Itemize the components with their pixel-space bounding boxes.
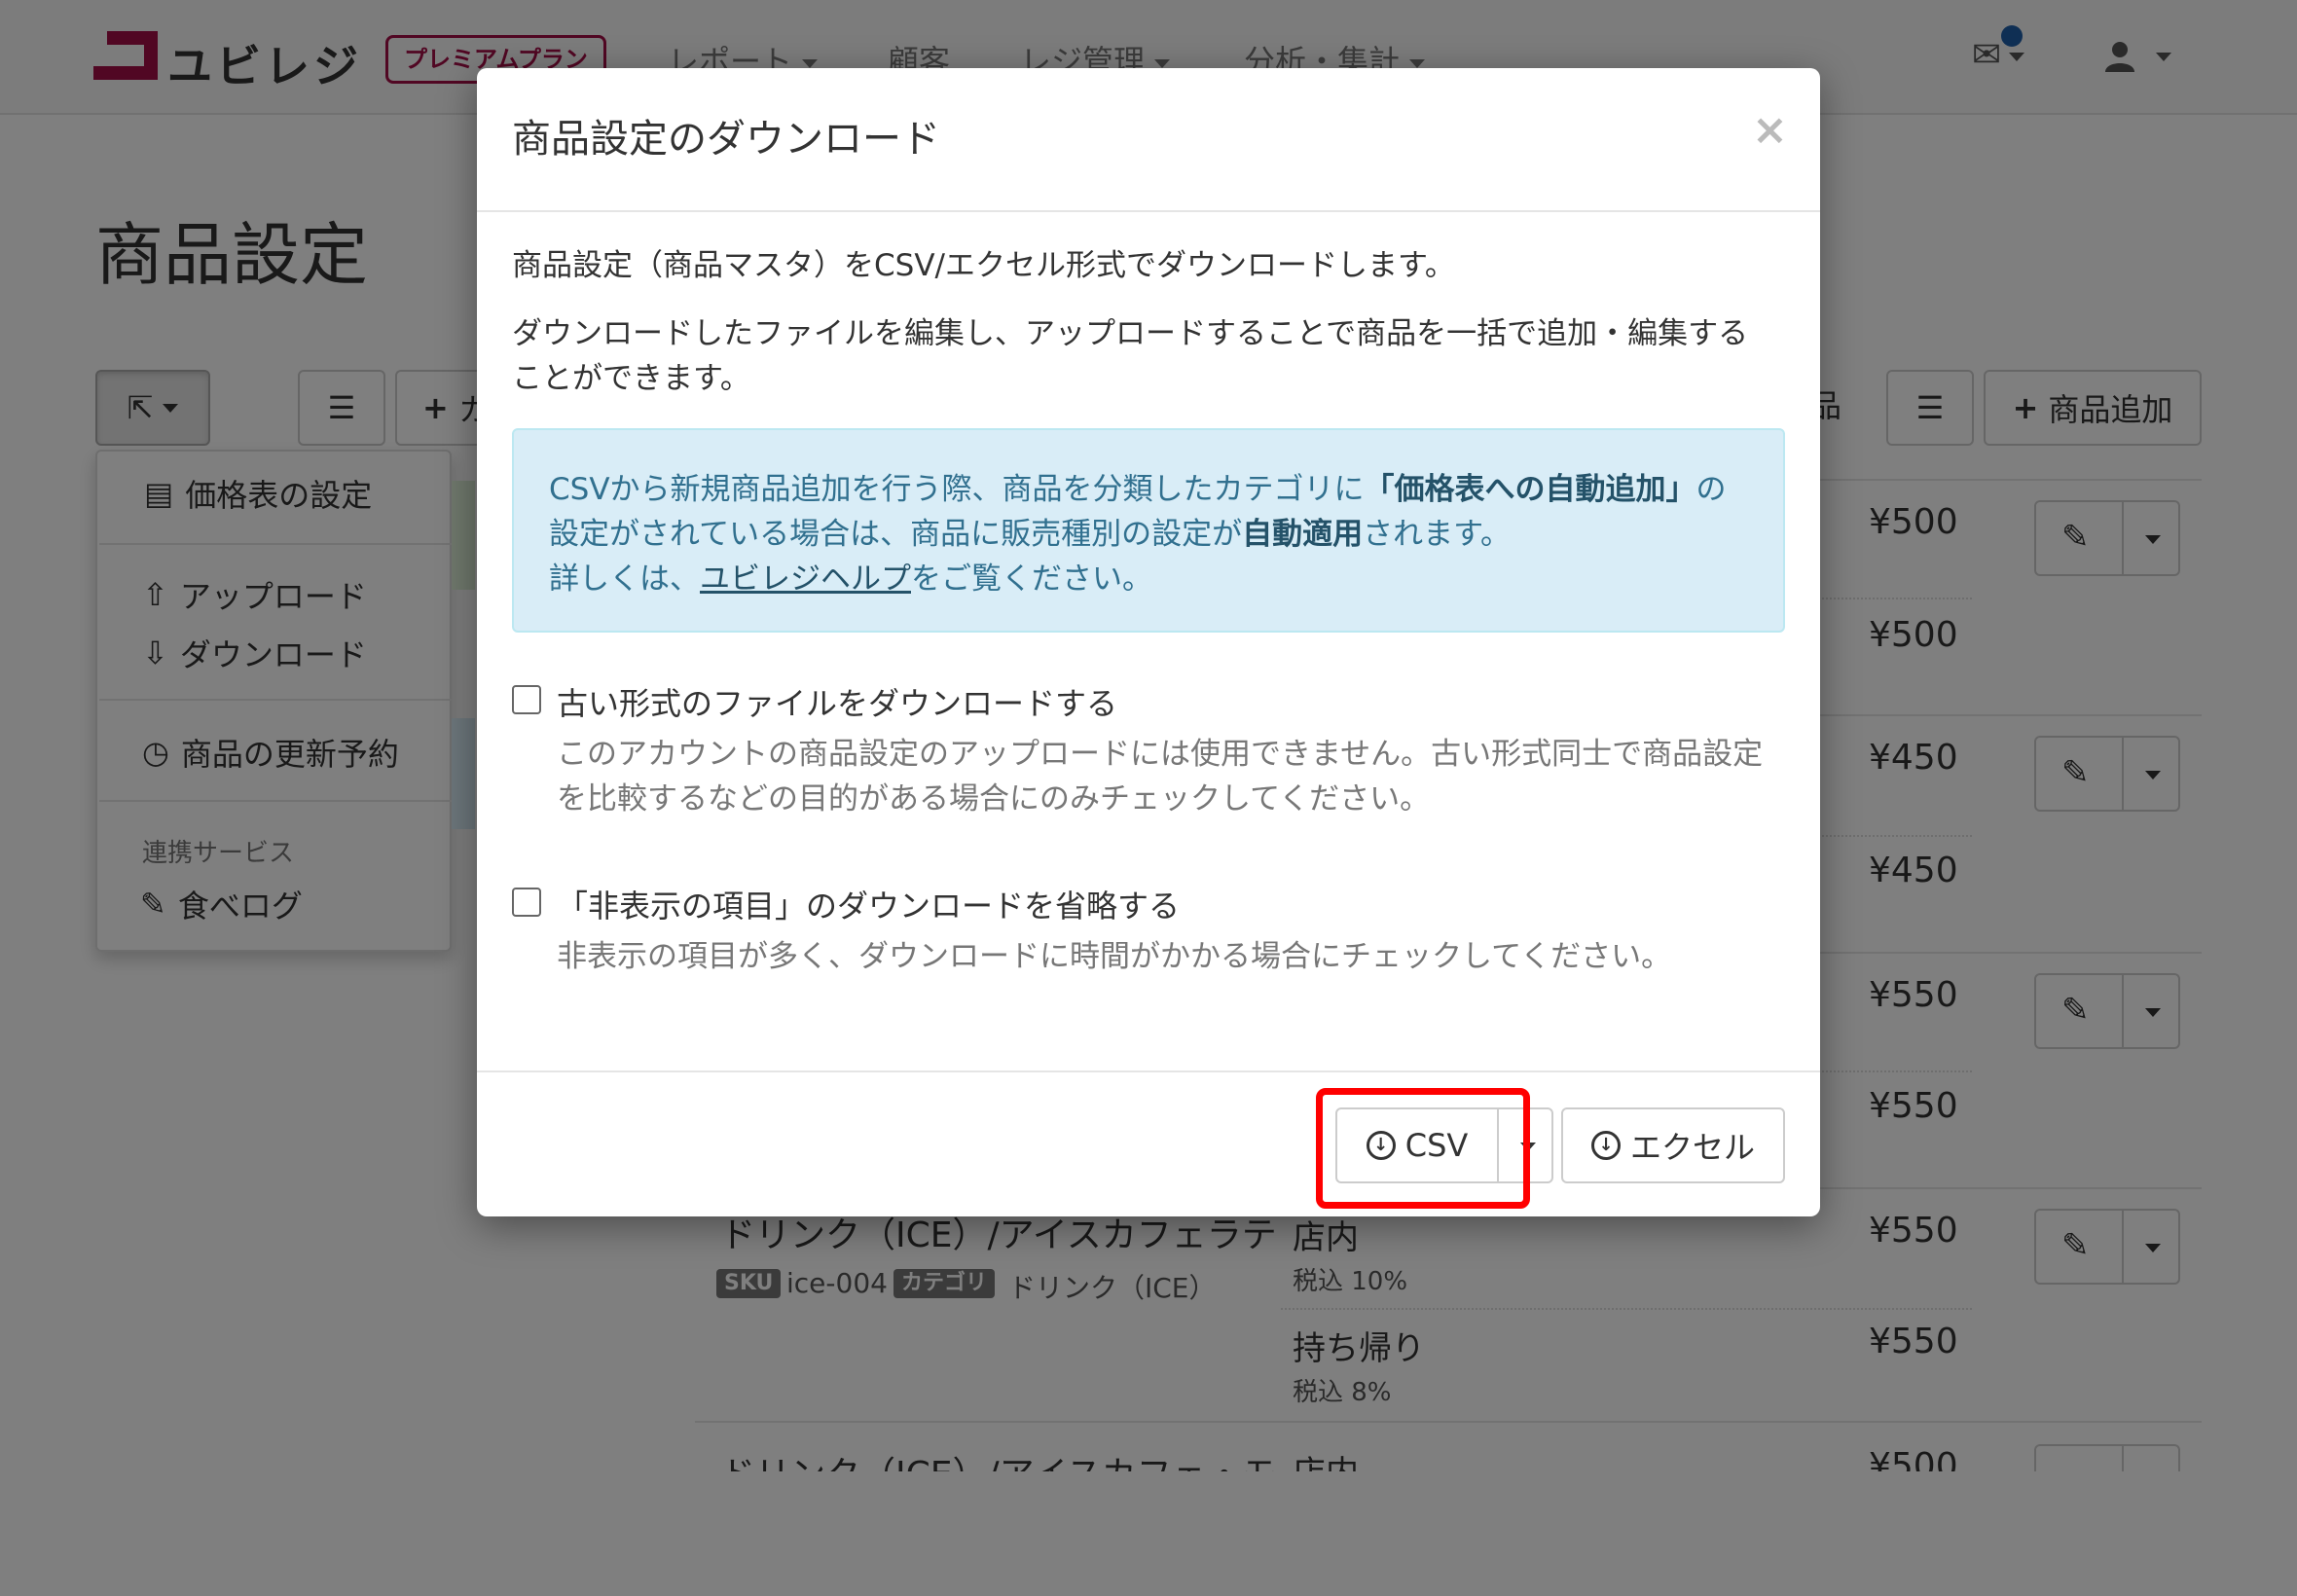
annotation-highlight-box bbox=[1316, 1088, 1530, 1209]
modal-description-2: ダウンロードしたファイルを編集し、アップロードすることで商品を一括で追加・編集す… bbox=[512, 316, 1749, 396]
download-circle-icon: ↓ bbox=[1590, 1131, 1621, 1160]
skip-hidden-label[interactable]: 「非表示の項目」のダウンロードを省略する bbox=[557, 882, 1180, 926]
old-format-checkbox[interactable] bbox=[512, 685, 541, 714]
modal-title: 商品設定のダウンロード bbox=[512, 117, 940, 162]
excel-download-button[interactable]: ↓ エクセル bbox=[1561, 1107, 1785, 1183]
info-alert: CSVから新規商品追加を行う際、商品を分類したカテゴリに「価格表への自動追加」の… bbox=[512, 428, 1785, 633]
skip-hidden-help: 非表示の項目が多く、ダウンロードに時間がかかる場合にチェックしてください。 bbox=[557, 939, 1672, 974]
modal-footer-divider bbox=[477, 1070, 1820, 1072]
old-format-label[interactable]: 古い形式のファイルをダウンロードする bbox=[557, 679, 1117, 724]
modal-header: 商品設定のダウンロード × bbox=[477, 68, 1820, 212]
help-link[interactable]: ユビレジヘルプ bbox=[700, 562, 911, 597]
info-text: CSVから新規商品追加を行う際、商品を分類したカテゴリに「価格表への自動追加」の… bbox=[549, 472, 1727, 597]
download-modal: 商品設定のダウンロード × 商品設定（商品マスタ）をCSV/エクセル形式でダウン… bbox=[477, 68, 1820, 1216]
close-icon[interactable]: × bbox=[1752, 105, 1788, 155]
old-format-help: このアカウントの商品設定のアップロードには使用できません。古い形式同士で商品設定… bbox=[557, 737, 1764, 816]
modal-description-1: 商品設定（商品マスタ）をCSV/エクセル形式でダウンロードします。 bbox=[512, 248, 1455, 283]
skip-hidden-checkbox[interactable] bbox=[512, 888, 541, 917]
